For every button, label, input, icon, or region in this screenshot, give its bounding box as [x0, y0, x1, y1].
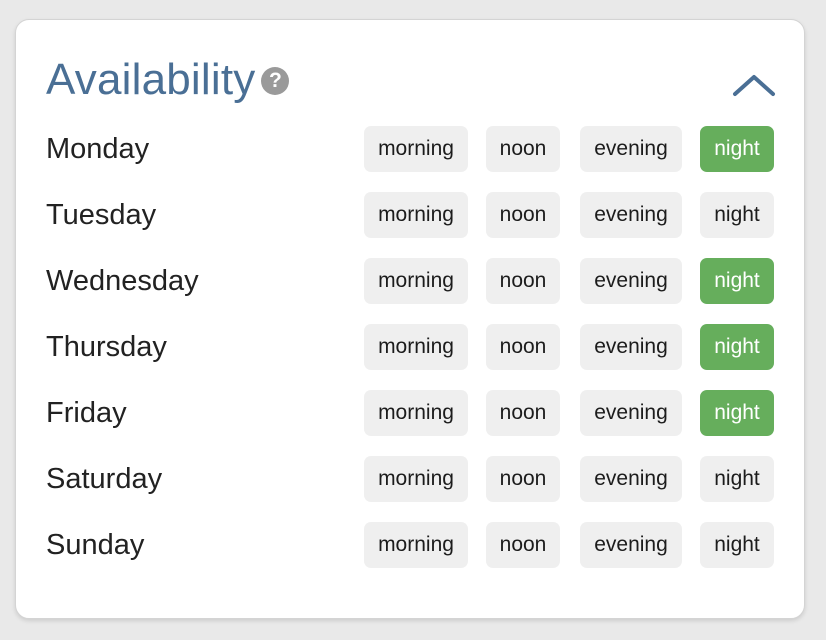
chevron-up-icon[interactable] — [732, 72, 776, 98]
slot-morning-button[interactable]: morning — [364, 126, 468, 172]
slot-night-button[interactable]: night — [700, 390, 774, 436]
day-label: Wednesday — [46, 265, 199, 297]
slot-morning-button[interactable]: morning — [364, 324, 468, 370]
slot-night-button[interactable]: night — [700, 192, 774, 238]
slot-evening-button[interactable]: evening — [580, 126, 682, 172]
day-row-tuesday: Tuesday morning noon evening night — [16, 192, 804, 258]
day-label: Sunday — [46, 529, 145, 561]
day-row-thursday: Thursday morning noon evening night — [16, 324, 804, 390]
availability-schedule: Monday morning noon evening night Tuesda… — [16, 126, 804, 588]
slot-evening-button[interactable]: evening — [580, 522, 682, 568]
slot-night-button[interactable]: night — [700, 522, 774, 568]
question-circle-icon[interactable]: ? — [261, 67, 290, 95]
slot-night-button[interactable]: night — [700, 258, 774, 304]
slot-morning-button[interactable]: morning — [364, 192, 468, 238]
slot-noon-button[interactable]: noon — [486, 390, 560, 436]
slot-evening-button[interactable]: evening — [580, 324, 682, 370]
day-label: Thursday — [46, 331, 167, 363]
slot-night-button[interactable]: night — [700, 456, 774, 502]
slot-evening-button[interactable]: evening — [580, 390, 682, 436]
slot-noon-button[interactable]: noon — [486, 522, 560, 568]
day-row-monday: Monday morning noon evening night — [16, 126, 804, 192]
day-row-saturday: Saturday morning noon evening night — [16, 456, 804, 522]
day-label: Tuesday — [46, 199, 157, 231]
slot-noon-button[interactable]: noon — [486, 126, 560, 172]
slot-noon-button[interactable]: noon — [486, 324, 560, 370]
slot-evening-button[interactable]: evening — [580, 192, 682, 238]
slot-morning-button[interactable]: morning — [364, 456, 468, 502]
day-label: Monday — [46, 133, 150, 165]
slot-morning-button[interactable]: morning — [364, 258, 468, 304]
slot-night-button[interactable]: night — [700, 126, 774, 172]
availability-header: Availability ? — [46, 54, 290, 106]
slot-morning-button[interactable]: morning — [364, 390, 468, 436]
day-label: Friday — [46, 397, 127, 429]
availability-card: Availability ? Monday morning noon eveni… — [15, 19, 805, 619]
slot-night-button[interactable]: night — [700, 324, 774, 370]
slot-noon-button[interactable]: noon — [486, 192, 560, 238]
day-row-sunday: Sunday morning noon evening night — [16, 522, 804, 588]
day-row-friday: Friday morning noon evening night — [16, 390, 804, 456]
day-label: Saturday — [46, 463, 163, 495]
slot-noon-button[interactable]: noon — [486, 456, 560, 502]
availability-title: Availability — [46, 55, 256, 104]
slot-evening-button[interactable]: evening — [580, 456, 682, 502]
slot-evening-button[interactable]: evening — [580, 258, 682, 304]
slot-morning-button[interactable]: morning — [364, 522, 468, 568]
day-row-wednesday: Wednesday morning noon evening night — [16, 258, 804, 324]
slot-noon-button[interactable]: noon — [486, 258, 560, 304]
